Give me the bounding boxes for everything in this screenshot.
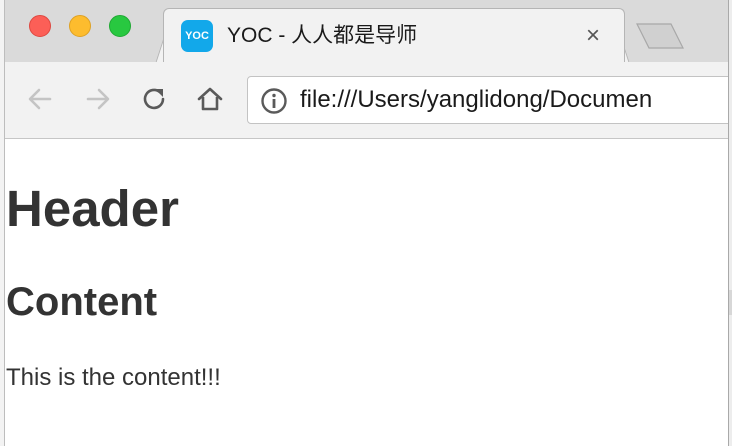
window-maximize-button[interactable] (109, 15, 131, 37)
toolbar: file:///Users/yanglidong/Documen (5, 62, 728, 139)
url-text[interactable]: file:///Users/yanglidong/Documen (300, 77, 652, 123)
content-paragraph: This is the content!!! (6, 364, 221, 391)
favicon-icon: YOC (181, 20, 213, 52)
reload-icon (143, 88, 165, 110)
window-close-button[interactable] (29, 15, 51, 37)
back-button[interactable] (23, 82, 57, 116)
forward-button[interactable] (81, 82, 115, 116)
screen: YOC YOC - 人人都是导师 × file:///Users/yanglid… (0, 0, 732, 446)
reload-button[interactable] (137, 82, 171, 116)
arrow-right-icon (86, 88, 110, 110)
window-minimize-button[interactable] (69, 15, 91, 37)
home-button[interactable] (193, 82, 227, 116)
tab-close-button[interactable]: × (579, 20, 607, 52)
page-content: Header Content This is the content!!! (5, 139, 728, 446)
page-header: Header (6, 180, 179, 237)
new-tab-button[interactable] (635, 22, 685, 50)
content-heading: Content (6, 280, 158, 324)
tab-title: YOC - 人人都是导师 (227, 24, 418, 47)
title-bar: YOC YOC - 人人都是导师 × (5, 0, 728, 65)
info-icon[interactable] (260, 87, 288, 115)
browser-window: YOC YOC - 人人都是导师 × file:///Users/yanglid… (4, 0, 729, 446)
address-bar[interactable]: file:///Users/yanglidong/Documen (247, 76, 728, 124)
arrow-left-icon (28, 88, 52, 110)
home-icon (197, 87, 223, 111)
